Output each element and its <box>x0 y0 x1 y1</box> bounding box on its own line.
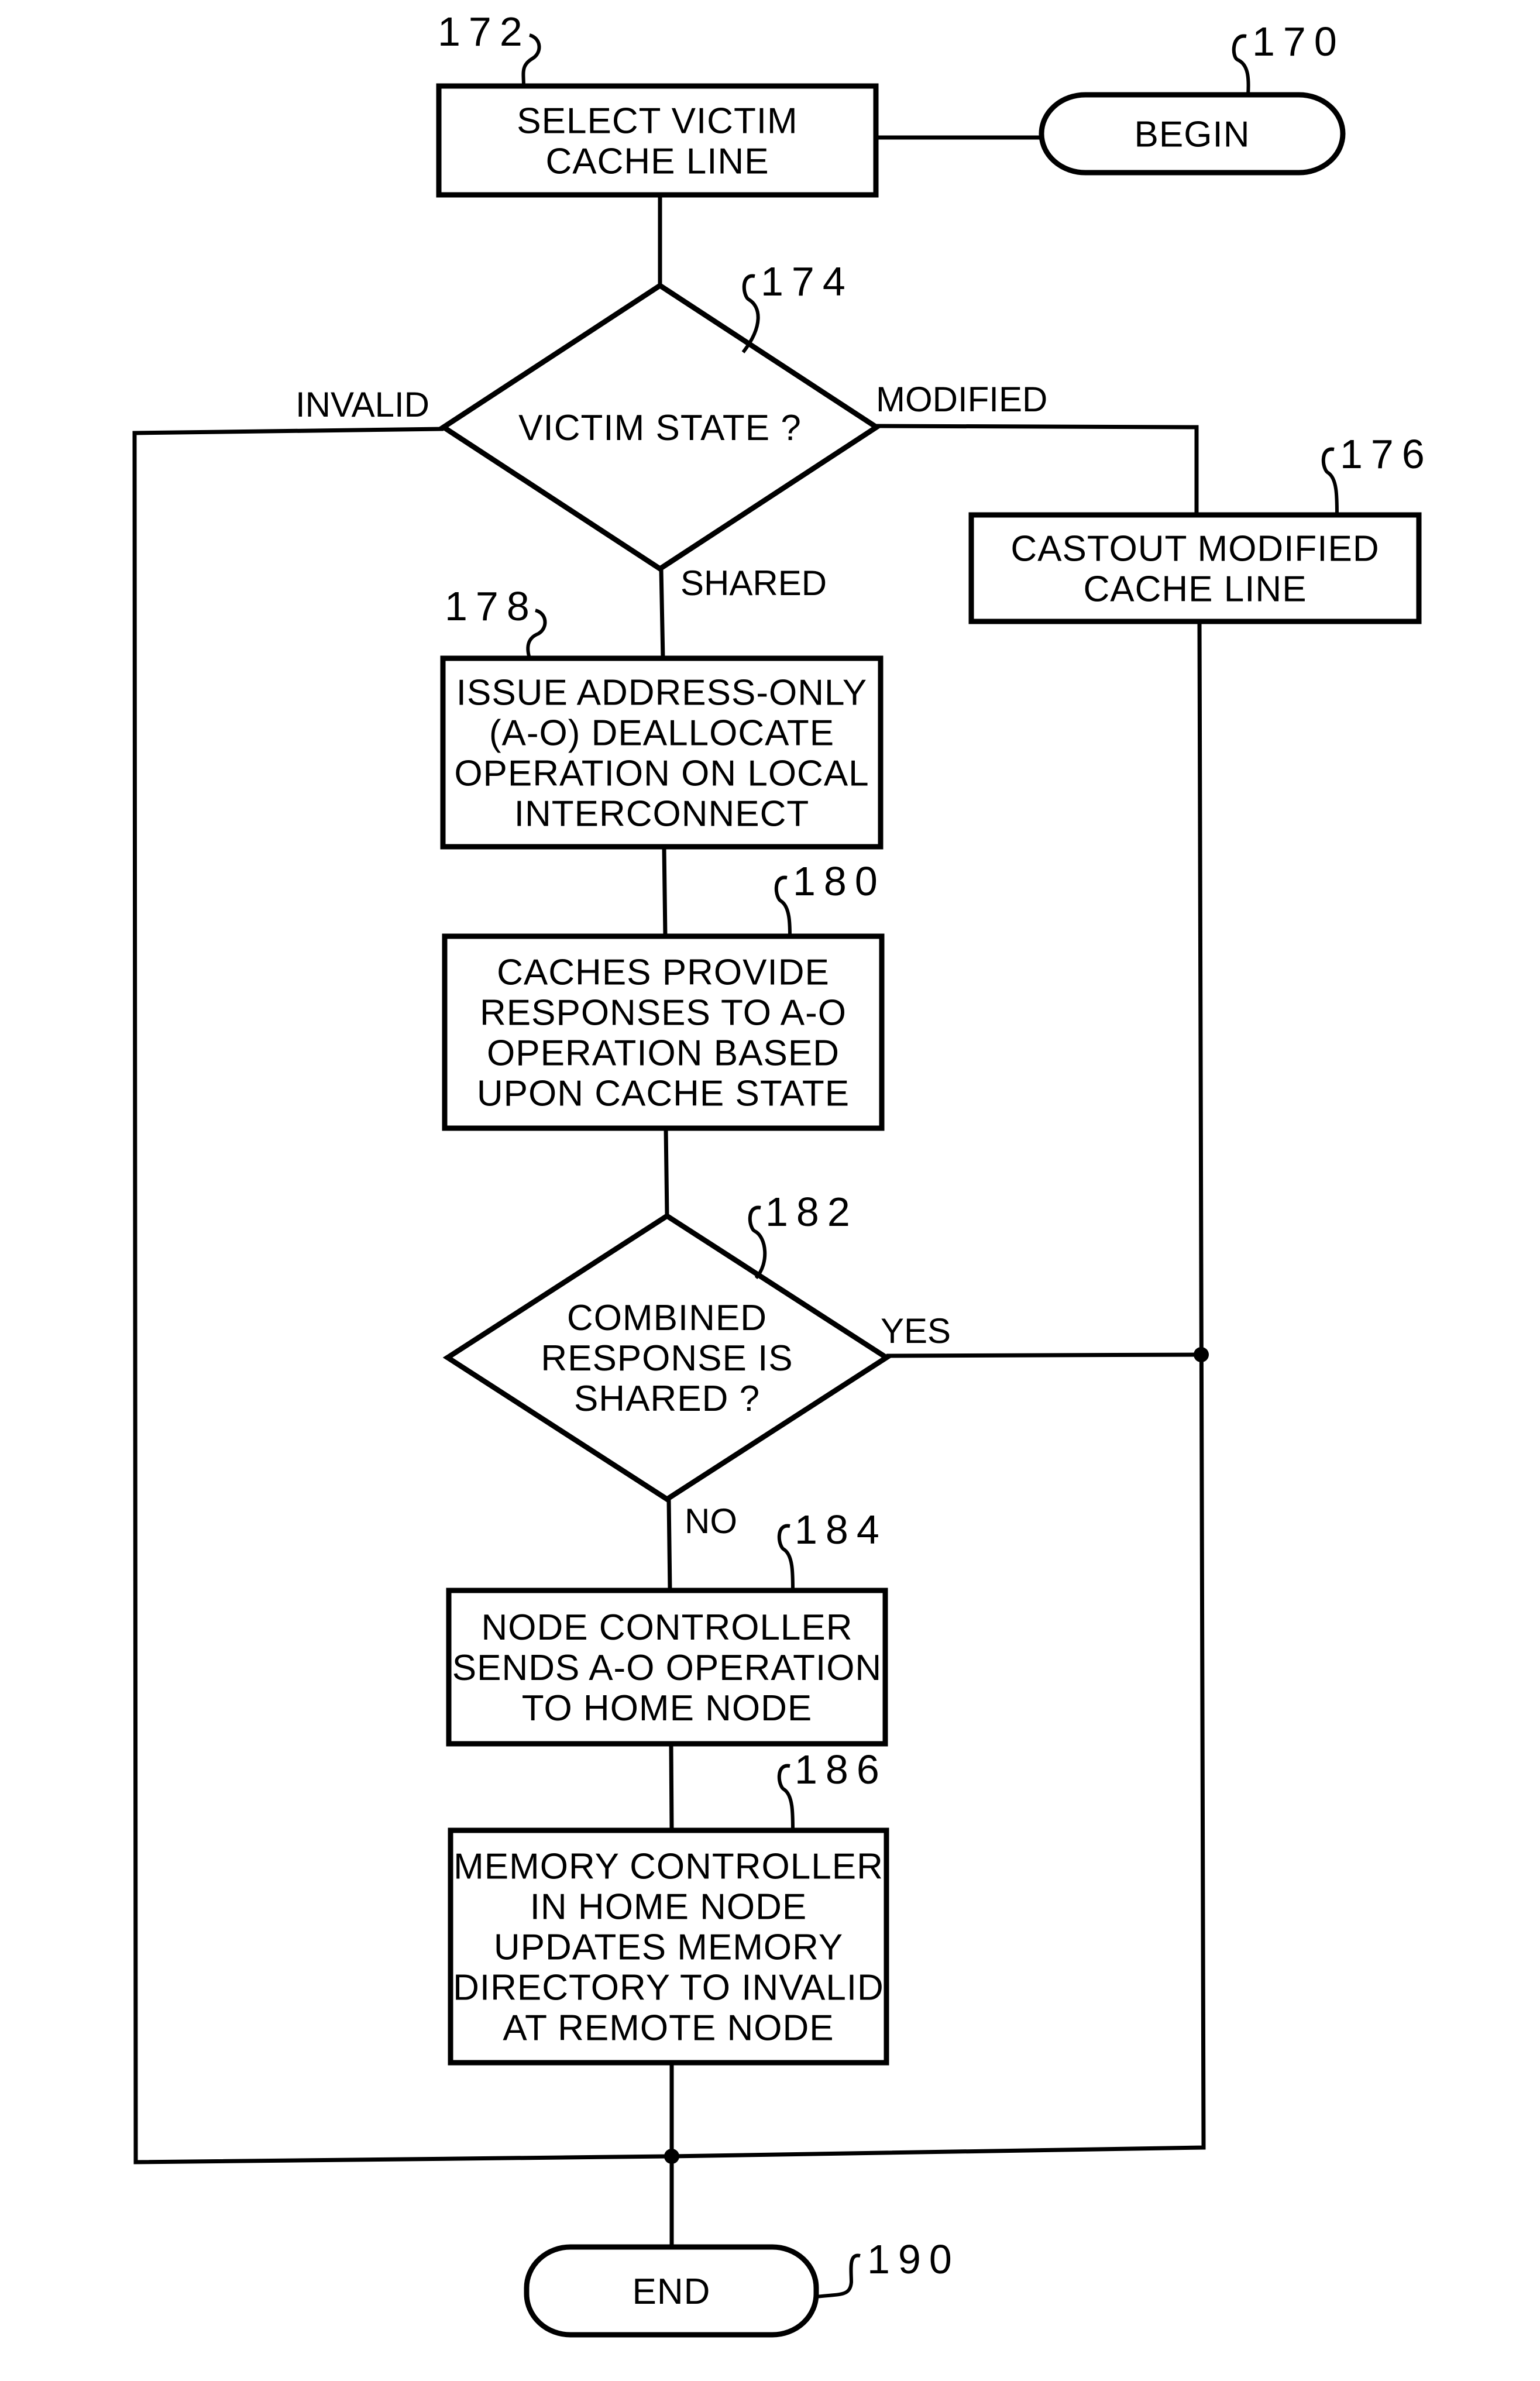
node-text-line: SENDS A-O OPERATION <box>452 1648 882 1688</box>
flow-node-180-process: CACHES PROVIDERESPONSES TO A-OOPERATION … <box>442 933 885 1131</box>
flow-node-190-terminal: END <box>524 2244 819 2338</box>
leader-line <box>777 1524 795 1591</box>
leader-line <box>774 875 792 937</box>
node-text-line: DIRECTORY TO INVALID <box>453 1968 884 2008</box>
node-text-line: OPERATION ON LOCAL <box>454 754 869 794</box>
node-text-line: BEGIN <box>1135 115 1250 155</box>
flow-edge-174-to-178 <box>659 568 665 659</box>
node-text-line: NODE CONTROLLER <box>481 1607 852 1648</box>
flowchart-canvas: BEGINSELECT VICTIMCACHE LINEVICTIM STATE… <box>132 9 1433 2338</box>
reference-numeral: 172 <box>438 9 531 54</box>
flow-edge-178-to-180 <box>662 846 668 937</box>
node-text-line: ISSUE ADDRESS-ONLY <box>456 673 867 713</box>
edge-label: INVALID <box>295 385 429 424</box>
edge-label: YES <box>881 1311 951 1351</box>
reference-numeral: 186 <box>795 1747 888 1792</box>
reference-numeral: 190 <box>867 2236 960 2282</box>
node-text-line: CACHE LINE <box>1083 569 1307 610</box>
flow-node-182-decision: COMBINEDRESPONSE ISSHARED ? <box>442 1212 892 1503</box>
reference-numeral: 176 <box>1340 431 1433 477</box>
flow-node-186-process: MEMORY CONTROLLERIN HOME NODEUPDATES MEM… <box>448 1827 889 2066</box>
edge-label: SHARED <box>680 564 827 603</box>
flow-node-172-process: SELECT VICTIMCACHE LINE <box>436 83 879 198</box>
reference-numeral: 170 <box>1252 19 1345 64</box>
reference-numeral: 184 <box>795 1507 888 1552</box>
flow-edge-182-to-184 <box>666 1499 672 1591</box>
reference-numeral: 180 <box>793 858 886 904</box>
leader-line <box>1321 447 1339 516</box>
node-text-line: RESPONSE IS <box>541 1338 793 1379</box>
edge-label: MODIFIED <box>876 380 1047 419</box>
flow-edge-174-to-176 <box>875 424 1199 515</box>
node-text-line: CASTOUT MODIFIED <box>1010 529 1379 569</box>
node-text-line: END <box>632 2272 711 2312</box>
node-text-line: (A-O) DEALLOCATE <box>489 713 834 754</box>
flow-node-184-process: NODE CONTROLLERSENDS A-O OPERATIONTO HOM… <box>446 1588 888 1747</box>
reference-numeral: 178 <box>445 583 538 629</box>
node-text-line: UPON CACHE STATE <box>477 1074 850 1114</box>
flow-edge-184-to-186 <box>669 1743 674 1831</box>
node-text-line: CACHE LINE <box>545 142 769 182</box>
junction-dot <box>664 2149 679 2164</box>
node-text-line: RESPONSES TO A-O <box>480 993 847 1033</box>
node-text-line: CACHES PROVIDE <box>497 953 830 993</box>
node-text-line: IN HOME NODE <box>530 1887 807 1928</box>
node-text-line: SHARED ? <box>574 1379 760 1419</box>
flow-edge-182-to-190 <box>886 1352 1201 1358</box>
leader-line <box>777 1764 795 1831</box>
nodes-layer: BEGINSELECT VICTIMCACHE LINEVICTIM STATE… <box>436 83 1422 2338</box>
flow-edge-180-to-182 <box>664 1128 669 1217</box>
node-text-line: OPERATION BASED <box>487 1033 840 1074</box>
flow-node-178-process: ISSUE ADDRESS-ONLY(A-O) DEALLOCATEOPERAT… <box>440 655 884 850</box>
leader-line <box>816 2253 861 2298</box>
flow-node-176-process: CASTOUT MODIFIEDCACHE LINE <box>968 512 1422 624</box>
node-text-line: SELECT VICTIM <box>517 101 798 142</box>
junction-dot <box>1194 1347 1209 1362</box>
node-text-line: MEMORY CONTROLLER <box>453 1847 884 1887</box>
flow-node-170-terminal: BEGIN <box>1039 92 1346 176</box>
flow-node-174-decision: VICTIM STATE ? <box>438 282 882 572</box>
leader-line <box>1232 34 1250 95</box>
reference-numeral: 182 <box>765 1189 858 1235</box>
node-text-line: TO HOME NODE <box>522 1688 813 1729</box>
node-text-line: AT REMOTE NODE <box>503 2008 834 2049</box>
node-text-line: INTERCONNECT <box>514 794 810 834</box>
edge-label: NO <box>685 1502 737 1541</box>
node-text-line: COMBINED <box>567 1298 767 1338</box>
leader-line <box>748 1205 767 1280</box>
node-text-line: UPDATES MEMORY <box>494 1928 843 1968</box>
reference-numeral: 174 <box>761 259 854 304</box>
node-text-line: VICTIM STATE ? <box>518 408 802 448</box>
